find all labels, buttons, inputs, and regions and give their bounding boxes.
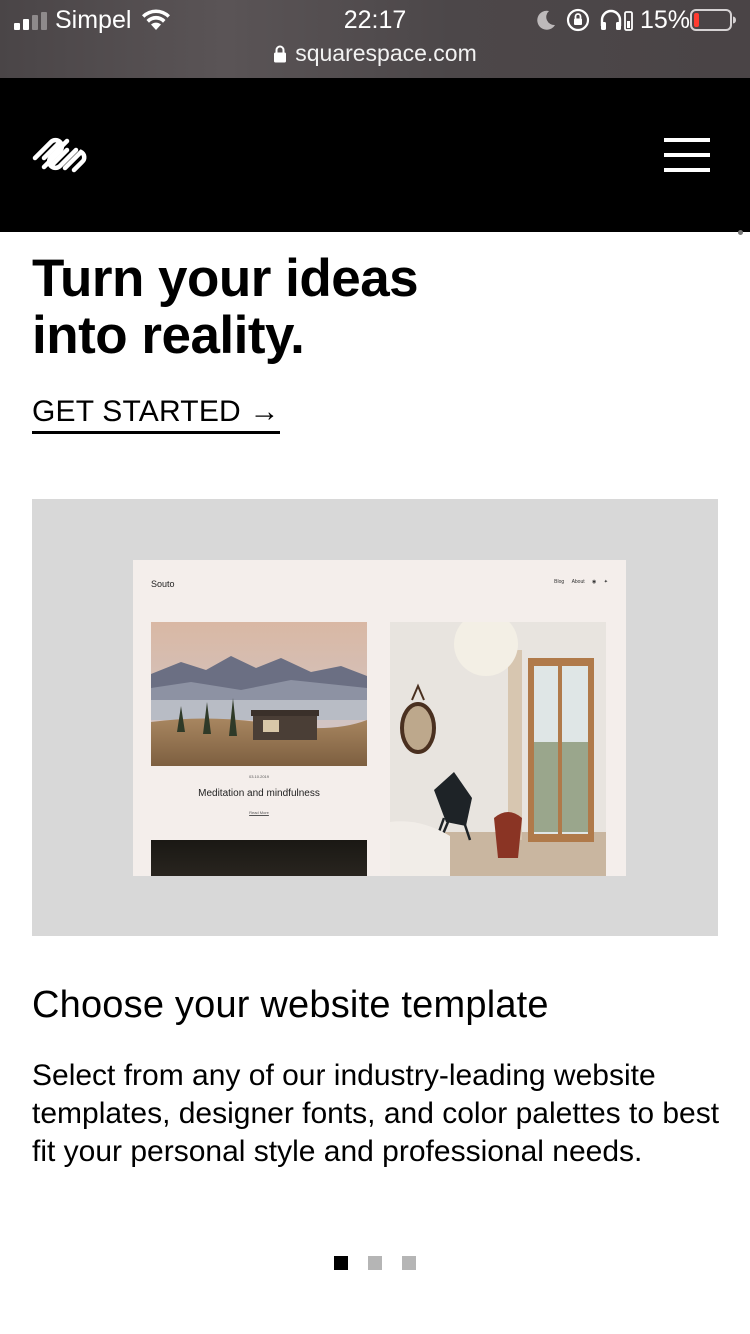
hero-title-line-1: Turn your ideas — [32, 249, 419, 308]
landscape-photo — [151, 622, 367, 766]
address-bar[interactable]: squarespace.com — [0, 40, 750, 67]
preview-post-title: Meditation and mindfulness — [198, 788, 320, 799]
pagination-dot-1[interactable] — [334, 1256, 348, 1270]
page-url: squarespace.com — [295, 40, 477, 66]
padlock-icon — [274, 45, 287, 63]
preview-read-more: Read More — [249, 810, 269, 815]
interior-photo — [390, 622, 606, 876]
clock-time: 22:17 — [343, 6, 407, 34]
get-started-link[interactable]: GET STARTED → — [32, 395, 280, 434]
feature-description: Select from any of our industry-leading … — [32, 1059, 720, 1168]
hero-title: Turn your ideas into reality. — [32, 250, 552, 364]
battery-icon — [690, 9, 736, 31]
preview-instagram-icon: ◉ — [592, 579, 597, 585]
battery-percentage: 15% — [640, 6, 691, 34]
preview-twitter-icon: ✦ — [603, 579, 608, 585]
scroll-indicator — [738, 230, 743, 235]
pagination-dot-3[interactable] — [402, 1256, 416, 1270]
feature-title: Choose your website template — [32, 984, 549, 1026]
preview-dark-image — [151, 840, 367, 876]
do-not-disturb-moon-icon — [537, 10, 555, 30]
hero-title-line-2: into reality. — [32, 306, 305, 365]
preview-post-date: 03.10.2019 — [248, 774, 270, 779]
site-header — [0, 78, 750, 232]
squarespace-logo-icon[interactable] — [30, 130, 90, 178]
preview-nav-blog: Blog — [554, 579, 565, 585]
preview-nav-about: About — [571, 579, 585, 585]
preview-brand: Souto — [151, 579, 175, 589]
preview-nav: Blog About ◉ ✦ — [548, 579, 608, 585]
rotation-lock-icon — [566, 8, 590, 32]
template-showcase: Souto Blog About ◉ ✦ 03.10.2019 Meditati… — [32, 499, 718, 936]
hamburger-menu-icon[interactable] — [664, 136, 712, 174]
pagination-dot-2[interactable] — [368, 1256, 382, 1270]
template-preview[interactable]: Souto Blog About ◉ ✦ 03.10.2019 Meditati… — [133, 560, 626, 876]
status-bar: Simpel 22:17 15% squarespace.com — [0, 0, 750, 78]
headphones-battery-icon — [600, 9, 633, 31]
